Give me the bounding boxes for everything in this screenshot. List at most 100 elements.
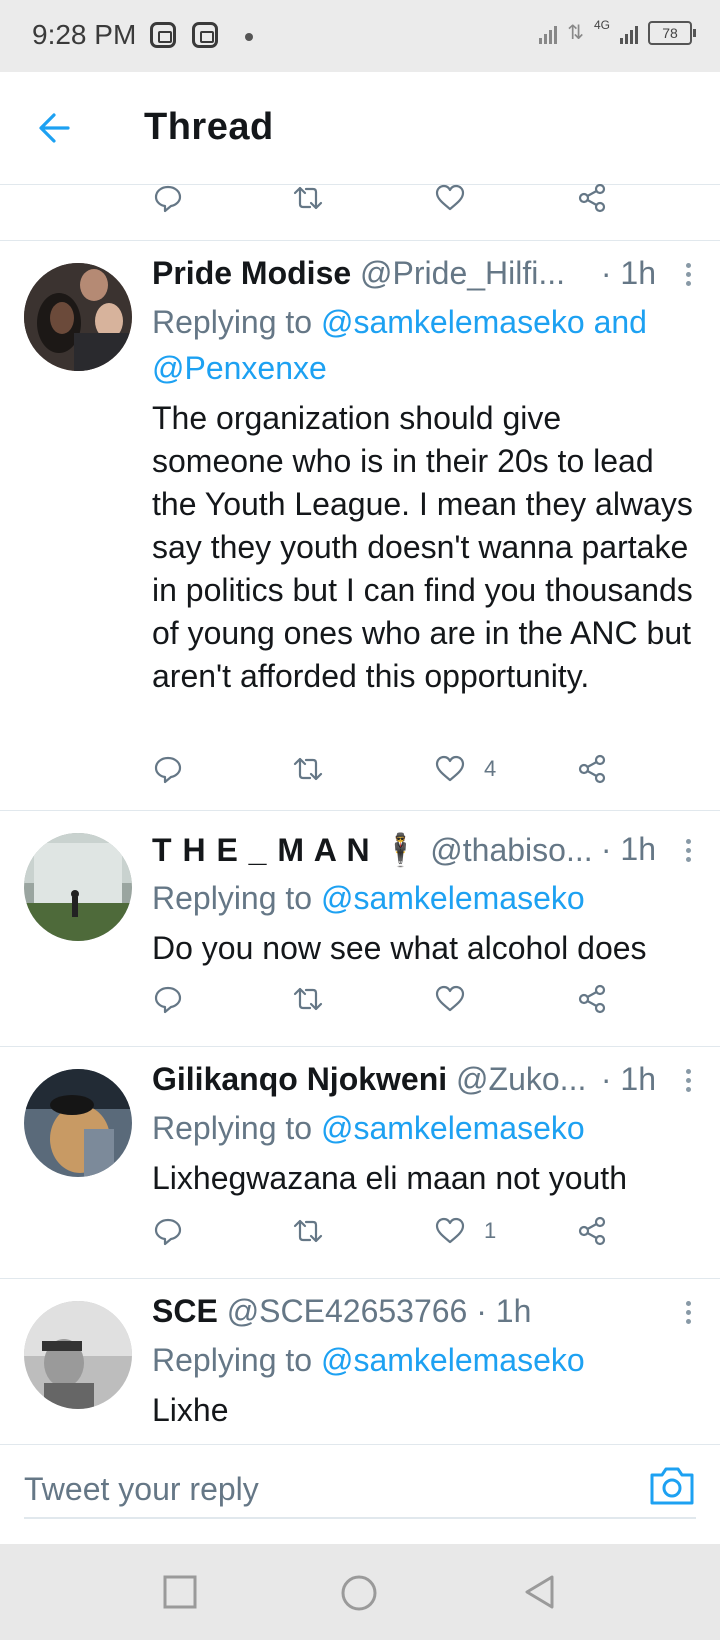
more-vertical-icon — [678, 839, 698, 862]
network-type: 4G — [593, 17, 610, 32]
display-name[interactable]: SCE — [152, 1293, 218, 1329]
replying-prefix: Replying to — [152, 880, 313, 916]
replying-to: Replying to @samkelemaseko — [152, 1105, 698, 1151]
user-handle[interactable]: @Zuko... — [456, 1061, 586, 1097]
tweet[interactable]: SCE @SCE42653766 · 1h Replying to @samke… — [0, 1278, 720, 1444]
share-icon — [578, 754, 606, 784]
share-icon — [578, 1216, 606, 1246]
status-time: 9:28 PM — [32, 19, 137, 50]
tweet-text: Do you now see what alcohol does — [152, 930, 647, 966]
display-name[interactable]: Gilikanqo Njokweni — [152, 1061, 447, 1097]
battery-level: 78 — [662, 24, 678, 41]
more-options-button[interactable] — [678, 1065, 698, 1101]
reply-icon — [154, 756, 182, 784]
more-notifications-dot — [245, 33, 253, 41]
reply-button[interactable] — [152, 1209, 184, 1253]
more-vertical-icon — [678, 1301, 698, 1324]
reply-icon — [154, 1218, 182, 1246]
reply-input[interactable] — [24, 1461, 696, 1519]
retweet-button[interactable] — [292, 1209, 324, 1253]
recent-apps-button[interactable] — [162, 1574, 198, 1615]
replying-prefix: Replying to — [152, 304, 313, 340]
system-back-button[interactable] — [522, 1574, 558, 1615]
display-name[interactable]: Pride Modise — [152, 255, 351, 291]
tweet-actions: 4 — [152, 747, 622, 791]
reply-icon — [154, 986, 182, 1014]
like-count: 4 — [484, 756, 497, 781]
retweet-icon — [293, 1219, 323, 1243]
like-count: 1 — [484, 1218, 497, 1243]
avatar[interactable] — [24, 263, 132, 371]
user-handle[interactable]: @SCE42653766 — [227, 1293, 468, 1329]
more-vertical-icon — [678, 263, 698, 286]
notification-icon — [192, 22, 218, 48]
retweet-icon — [293, 757, 323, 781]
back-button[interactable] — [32, 102, 84, 154]
more-options-button[interactable] — [678, 259, 698, 295]
reply-button[interactable] — [152, 977, 184, 1021]
retweet-button[interactable] — [292, 747, 324, 791]
tweet-meta: SCE @SCE42653766 · 1h — [152, 1293, 698, 1337]
square-icon — [163, 1575, 197, 1609]
like-button[interactable]: 1 — [434, 1209, 496, 1253]
tweet-text: Lixhegwazana eli maan not youth — [152, 1160, 627, 1196]
tweet-meta: T H E _ M A N 🕴 @thabiso... · 1h — [152, 831, 698, 875]
tweet-actions — [152, 977, 622, 1021]
tweet-meta: Gilikanqo Njokweni @Zuko... · 1h — [152, 1061, 698, 1105]
like-button[interactable] — [434, 977, 484, 1021]
status-bar: 9:28 PM ⇅ 4G 78 — [0, 0, 720, 72]
share-icon — [578, 184, 606, 213]
more-options-button[interactable] — [678, 1297, 698, 1333]
home-button[interactable] — [340, 1574, 378, 1617]
user-handle[interactable]: @thabiso... — [430, 832, 592, 868]
reply-button[interactable] — [152, 184, 184, 220]
battery-icon: 78 — [648, 20, 696, 45]
tweet-actions — [152, 184, 622, 220]
tweet-actions: 1 — [152, 1209, 622, 1253]
like-button[interactable]: 4 — [434, 747, 496, 791]
mention-link[interactable]: @samkelemaseko — [321, 880, 585, 916]
replying-prefix: Replying to — [152, 1110, 313, 1146]
replying-prefix: Replying to — [152, 1342, 313, 1378]
avatar[interactable] — [24, 833, 132, 941]
triangle-back-icon — [525, 1575, 554, 1609]
avatar[interactable] — [24, 1301, 132, 1409]
tweet-body: Gilikanqo Njokweni @Zuko... · 1h Replyin… — [152, 1061, 698, 1200]
mention-link[interactable]: @samkelemaseko — [321, 1110, 585, 1146]
arrow-left-icon — [39, 113, 70, 143]
replying-to: Replying to @samkelemaseko — [152, 1337, 698, 1383]
share-button[interactable] — [576, 184, 608, 220]
share-button[interactable] — [576, 977, 608, 1021]
timestamp: · 1h — [600, 255, 656, 291]
timestamp: · 1h — [596, 1061, 656, 1098]
tweet-meta: Pride Modise @Pride_Hilfi... · 1h — [152, 255, 698, 299]
data-transfer-icon: ⇅ — [567, 22, 584, 44]
display-name[interactable]: T H E _ M A N 🕴 — [152, 832, 421, 868]
avatar-photo — [24, 263, 132, 371]
like-button[interactable] — [434, 184, 466, 220]
replying-to: Replying to @samkelemaseko and @Penxenxe — [152, 299, 698, 391]
more-options-button[interactable] — [678, 835, 698, 871]
mention-link[interactable]: @samkelemaseko — [321, 1342, 585, 1378]
tweet-text: The organization should give someone who… — [152, 400, 693, 694]
tweet[interactable]: T H E _ M A N 🕴 @thabiso... · 1h Replyin… — [0, 810, 720, 1041]
tweet-body: SCE @SCE42653766 · 1h Replying to @samke… — [152, 1293, 698, 1432]
avatar-photo — [24, 833, 132, 941]
retweet-button[interactable] — [292, 184, 324, 220]
heart-icon — [435, 755, 465, 782]
reply-icon — [154, 185, 182, 213]
avatar[interactable] — [24, 1069, 132, 1177]
thread-feed[interactable]: Pride Modise @Pride_Hilfi... · 1h Replyi… — [0, 184, 720, 1444]
share-button[interactable] — [576, 1209, 608, 1253]
signal-icon — [620, 22, 638, 44]
share-button[interactable] — [576, 747, 608, 791]
more-vertical-icon — [678, 1069, 698, 1092]
retweet-button[interactable] — [292, 977, 324, 1021]
tweet[interactable]: Gilikanqo Njokweni @Zuko... · 1h Replyin… — [0, 1046, 720, 1273]
reply-composer — [0, 1444, 720, 1545]
camera-button[interactable] — [648, 1463, 696, 1507]
tweet[interactable]: Pride Modise @Pride_Hilfi... · 1h Replyi… — [0, 240, 720, 811]
user-handle[interactable]: @Pride_Hilfi... — [360, 255, 565, 291]
status-icons: ⇅ 4G 78 — [539, 17, 696, 45]
reply-button[interactable] — [152, 747, 184, 791]
